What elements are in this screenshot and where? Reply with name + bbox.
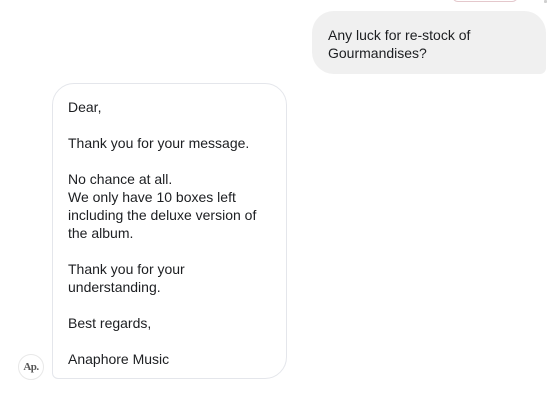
outgoing-message-bubble[interactable]: Any luck for re-stock of Gourmandises? — [312, 11, 546, 74]
chat-thread: Any luck for re-stock of Gourmandises? D… — [0, 0, 555, 400]
incoming-message-bubble[interactable]: Dear, Thank you for your message. No cha… — [52, 83, 287, 379]
previous-message-edge[interactable] — [452, 0, 518, 2]
sender-avatar-icon[interactable]: Ap. — [18, 354, 44, 380]
message-closing: Best regards, — [68, 315, 152, 331]
scrollbar-thumb[interactable] — [544, 0, 547, 3]
message-body: No chance at all. We only have 10 boxes … — [68, 171, 257, 241]
outgoing-message-text: Any luck for re-stock of Gourmandises? — [328, 27, 471, 61]
message-thanks: Thank you for your message. — [68, 135, 250, 151]
message-understanding: Thank you for your understanding. — [68, 261, 185, 295]
avatar-initials: Ap. — [23, 361, 39, 373]
message-greeting: Dear, — [68, 99, 102, 115]
message-signature: Anaphore Music — [68, 351, 170, 367]
